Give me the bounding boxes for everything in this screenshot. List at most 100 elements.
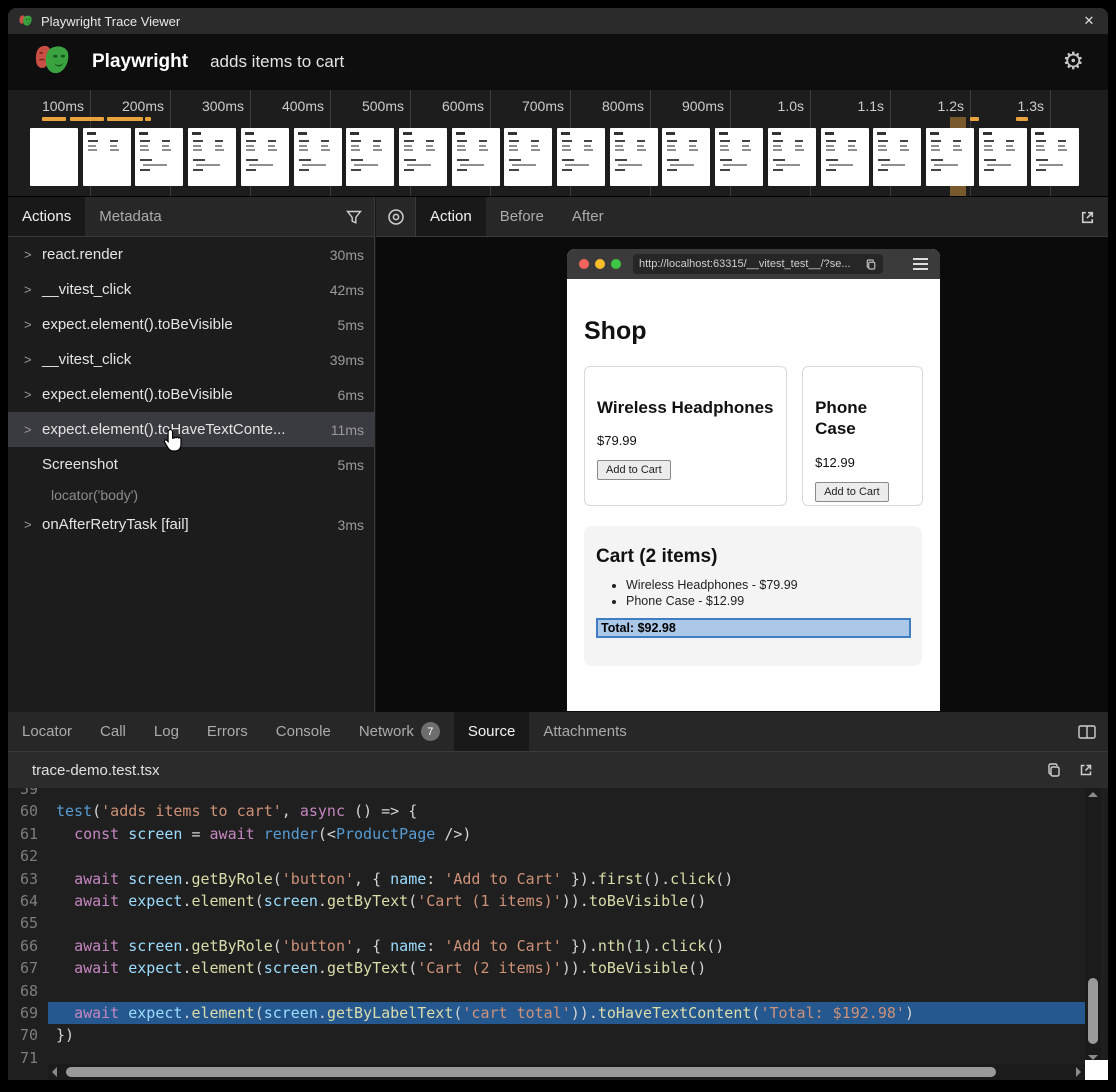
tab-after[interactable]: After: [558, 197, 618, 236]
action-row[interactable]: >onAfterRetryTask [fail]3ms: [8, 507, 374, 542]
action-row[interactable]: >__vitest_click39ms: [8, 342, 374, 377]
code-line[interactable]: 70}): [8, 1024, 1085, 1046]
code-line[interactable]: 67 await expect.element(screen.getByText…: [8, 957, 1085, 979]
url-text: http://localhost:63315/__vitest_test__/?…: [639, 258, 865, 270]
copy-url-icon[interactable]: [865, 258, 877, 271]
code-line[interactable]: 64 await expect.element(screen.getByText…: [8, 890, 1085, 912]
page-title: Shop: [584, 317, 923, 346]
timeline-frame-thumbnail[interactable]: [241, 128, 289, 186]
timeline-tick-label: 1.3s: [974, 98, 1044, 115]
timeline-frame-thumbnail[interactable]: [821, 128, 869, 186]
timeline-frame-thumbnail[interactable]: [926, 128, 974, 186]
tab-network[interactable]: Network7: [345, 712, 454, 751]
code-line[interactable]: 68: [8, 980, 1085, 1002]
code-line[interactable]: 60test('adds items to cart', async () =>…: [8, 800, 1085, 822]
timeline-frame-thumbnail[interactable]: [873, 128, 921, 186]
tab-before[interactable]: Before: [486, 197, 558, 236]
tab-locator[interactable]: Locator: [8, 712, 86, 751]
main-split: ActionsMetadata >react.render30ms>__vite…: [8, 197, 1108, 712]
open-external-icon[interactable]: [1079, 209, 1096, 226]
browser-chrome: http://localhost:63315/__vitest_test__/?…: [567, 249, 940, 279]
tab-errors[interactable]: Errors: [193, 712, 262, 751]
tab-attachments[interactable]: Attachments: [529, 712, 640, 751]
chevron-right-icon[interactable]: >: [24, 317, 42, 332]
timeline-frame-thumbnail[interactable]: [346, 128, 394, 186]
pick-locator-target-icon[interactable]: [387, 208, 405, 226]
timeline-frame-thumbnail[interactable]: [83, 128, 131, 186]
window-title: Playwright Trace Viewer: [41, 14, 180, 29]
settings-gear-icon[interactable]: ⚙: [1062, 50, 1084, 74]
timeline-frame-thumbnail[interactable]: [399, 128, 447, 186]
add-to-cart-button[interactable]: Add to Cart: [597, 460, 671, 480]
timeline-frame-thumbnail[interactable]: [135, 128, 183, 186]
timeline-frame-thumbnail[interactable]: [452, 128, 500, 186]
timeline-frame-thumbnail[interactable]: [30, 128, 78, 186]
code-line[interactable]: 71: [8, 1047, 1085, 1064]
action-duration-bar: [145, 117, 151, 121]
action-row[interactable]: Screenshot5ms: [8, 447, 374, 482]
chevron-right-icon[interactable]: >: [24, 247, 42, 262]
code-line[interactable]: 69 await expect.element(screen.getByLabe…: [8, 1002, 1085, 1024]
timeline-frame-thumbnail[interactable]: [1031, 128, 1079, 186]
copy-source-icon[interactable]: [1046, 762, 1062, 778]
line-number: 59: [8, 788, 48, 800]
action-row[interactable]: >expect.element().toBeVisible6ms: [8, 377, 374, 412]
timeline-frame-thumbnail[interactable]: [662, 128, 710, 186]
action-locator-subtext: locator('body'): [8, 482, 374, 507]
code-line[interactable]: 59: [8, 788, 1085, 800]
code-horizontal-scrollbar[interactable]: [48, 1064, 1085, 1080]
vertical-scroll-thumb[interactable]: [1088, 978, 1098, 1044]
cart-total-highlighted: Total: $92.98: [596, 618, 911, 638]
action-row[interactable]: >expect.element().toBeVisible5ms: [8, 307, 374, 342]
timeline-frame-thumbnail[interactable]: [715, 128, 763, 186]
tab-actions[interactable]: Actions: [8, 197, 85, 236]
timeline[interactable]: 100ms200ms300ms400ms500ms600ms700ms800ms…: [8, 90, 1108, 197]
timeline-frame-thumbnail[interactable]: [504, 128, 552, 186]
chevron-right-icon[interactable]: >: [24, 352, 42, 367]
timeline-frame-thumbnail[interactable]: [294, 128, 342, 186]
split-view-icon[interactable]: [1078, 724, 1096, 740]
chevron-right-icon[interactable]: >: [24, 422, 42, 437]
timeline-frame-thumbnail[interactable]: [768, 128, 816, 186]
address-bar[interactable]: http://localhost:63315/__vitest_test__/?…: [633, 254, 883, 274]
tab-action[interactable]: Action: [416, 197, 486, 236]
action-duration: 30ms: [330, 247, 364, 263]
scroll-left-arrow[interactable]: [52, 1067, 57, 1077]
timeline-frame-thumbnail[interactable]: [557, 128, 605, 186]
timeline-frame-thumbnail[interactable]: [979, 128, 1027, 186]
tab-source[interactable]: Source: [454, 712, 530, 751]
timeline-frame-thumbnail[interactable]: [610, 128, 658, 186]
code-line[interactable]: 66 await screen.getByRole('button', { na…: [8, 935, 1085, 957]
code-line[interactable]: 65: [8, 912, 1085, 934]
scroll-right-arrow[interactable]: [1076, 1067, 1081, 1077]
product-name: Phone Case: [815, 397, 910, 440]
source-code-view[interactable]: 5960test('adds items to cart', async () …: [8, 788, 1085, 1064]
timeline-frame-thumbnail[interactable]: [188, 128, 236, 186]
action-row[interactable]: >expect.element().toHaveTextConte...11ms: [8, 412, 374, 447]
code-line[interactable]: 61 const screen = await render(<ProductP…: [8, 823, 1085, 845]
horizontal-scroll-thumb[interactable]: [66, 1067, 996, 1077]
chevron-right-icon[interactable]: >: [24, 282, 42, 297]
open-source-external-icon[interactable]: [1078, 762, 1094, 778]
add-to-cart-button[interactable]: Add to Cart: [815, 482, 889, 502]
code-line[interactable]: 63 await screen.getByRole('button', { na…: [8, 868, 1085, 890]
chevron-right-icon[interactable]: >: [24, 517, 42, 532]
scroll-up-arrow[interactable]: [1088, 792, 1098, 797]
chevron-right-icon[interactable]: >: [24, 387, 42, 402]
code-vertical-scrollbar[interactable]: [1085, 788, 1101, 1064]
code-line[interactable]: 62: [8, 845, 1085, 867]
line-number: 63: [8, 868, 48, 890]
action-duration: 42ms: [330, 282, 364, 298]
action-row[interactable]: >__vitest_click42ms: [8, 272, 374, 307]
filter-icon[interactable]: [346, 210, 362, 225]
tab-console[interactable]: Console: [262, 712, 345, 751]
cart-item: Phone Case - $12.99: [626, 594, 910, 608]
browser-menu-icon[interactable]: [913, 255, 928, 273]
tab-call[interactable]: Call: [86, 712, 140, 751]
snapshot-tabstrip: ActionBeforeAfter: [376, 197, 1108, 237]
tab-log[interactable]: Log: [140, 712, 193, 751]
test-title: adds items to cart: [210, 52, 344, 72]
action-row[interactable]: >react.render30ms: [8, 237, 374, 272]
tab-metadata[interactable]: Metadata: [85, 197, 176, 236]
close-icon[interactable]: ✕: [1080, 13, 1098, 29]
